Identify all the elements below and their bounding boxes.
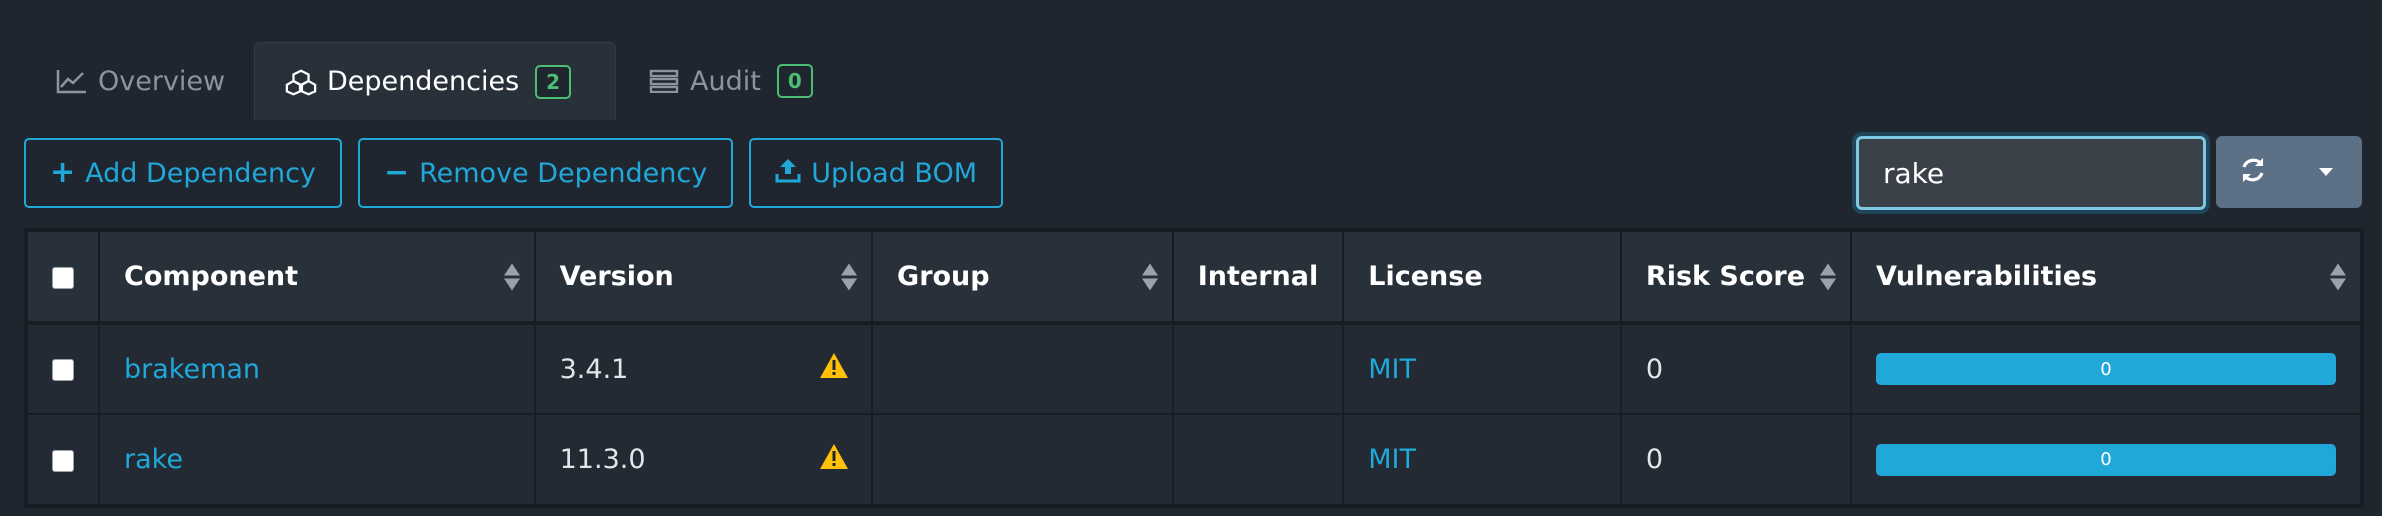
column-header-group[interactable]: Group (871, 230, 1174, 324)
column-label: Vulnerabilities (1876, 261, 2098, 292)
vulnerabilities-progress-bar: 0 (1876, 443, 2336, 476)
sort-icon (841, 263, 858, 290)
table-row: rake 11.3.0 MIT 0 0 (26, 413, 2362, 506)
column-label: License (1368, 261, 1483, 292)
remove-dependency-label: Remove Dependency (419, 157, 708, 189)
refresh-icon (2238, 155, 2268, 189)
version-cell: 11.3.0 (533, 413, 874, 506)
internal-cell (1171, 322, 1345, 415)
select-all-header (26, 230, 100, 324)
audit-count-badge: 0 (776, 64, 813, 98)
sort-icon (503, 263, 520, 290)
row-select-cell (26, 322, 100, 415)
warning-icon[interactable] (819, 443, 849, 477)
upload-icon (775, 157, 801, 190)
group-cell (871, 413, 1174, 506)
vulnerabilities-progress-bar: 0 (1876, 353, 2336, 385)
row-select-cell (26, 413, 100, 506)
column-header-license: License (1342, 230, 1622, 324)
caret-down-icon (2317, 163, 2335, 182)
search-group (1856, 136, 2362, 210)
page: Overview Dependencies 2 Audit 0 + Add De… (0, 0, 2382, 516)
refresh-split-button (2216, 136, 2362, 208)
tab-bar: Overview Dependencies 2 Audit 0 (24, 42, 845, 120)
table-header-row: Component Version Group Internal License… (26, 230, 2362, 324)
license-link[interactable]: MIT (1368, 354, 1416, 385)
vulnerabilities-count: 0 (2100, 449, 2112, 470)
license-cell: MIT (1342, 322, 1622, 415)
upload-bom-label: Upload BOM (811, 157, 977, 189)
component-link[interactable]: brakeman (124, 354, 260, 385)
add-dependency-button[interactable]: + Add Dependency (24, 138, 342, 208)
component-cell: rake (98, 413, 536, 506)
risk-score-cell: 0 (1619, 322, 1853, 415)
vulnerabilities-count: 0 (2100, 358, 2112, 380)
version-cell: 3.4.1 (533, 322, 874, 415)
add-dependency-label: Add Dependency (85, 157, 316, 189)
dependencies-table: Component Version Group Internal License… (24, 228, 2364, 508)
group-cell (871, 322, 1174, 415)
warning-icon[interactable] (819, 352, 849, 386)
plus-icon: + (50, 155, 76, 190)
column-header-component[interactable]: Component (98, 230, 536, 324)
version-text: 3.4.1 (559, 353, 629, 385)
column-label: Risk Score (1645, 261, 1806, 292)
component-cell: brakeman (98, 322, 536, 415)
tab-audit-label: Audit (690, 65, 761, 97)
remove-dependency-button[interactable]: − Remove Dependency (357, 138, 734, 208)
minus-icon: − (383, 155, 410, 190)
internal-cell (1171, 413, 1345, 506)
table-row: brakeman 3.4.1 MIT 0 0 (26, 322, 2362, 415)
refresh-button[interactable] (2216, 136, 2290, 208)
sort-icon (1820, 263, 1836, 290)
column-label: Internal (1197, 261, 1319, 292)
sort-icon (1141, 263, 1158, 290)
columns-dropdown-toggle[interactable] (2290, 136, 2362, 208)
column-label: Component (124, 261, 299, 292)
column-label: Version (559, 261, 674, 292)
version-text: 11.3.0 (559, 444, 646, 475)
tab-dependencies-label: Dependencies (327, 66, 520, 97)
dependencies-count-badge: 2 (535, 64, 572, 99)
tab-overview[interactable]: Overview (24, 42, 254, 120)
column-header-internal: Internal (1171, 230, 1345, 324)
column-label: Group (897, 261, 990, 292)
tab-dependencies[interactable]: Dependencies 2 (254, 42, 616, 120)
row-checkbox[interactable] (52, 359, 74, 381)
risk-score-cell: 0 (1619, 413, 1853, 506)
row-checkbox[interactable] (52, 449, 74, 472)
column-header-risk-score[interactable]: Risk Score (1619, 230, 1853, 324)
vulnerabilities-cell: 0 (1850, 322, 2362, 415)
line-chart-icon (56, 68, 88, 94)
license-link[interactable]: MIT (1368, 444, 1416, 475)
tab-overview-label: Overview (98, 65, 226, 97)
upload-bom-button[interactable]: Upload BOM (749, 138, 1003, 208)
select-all-checkbox[interactable] (52, 266, 74, 289)
tasks-icon (648, 69, 680, 93)
column-header-vulnerabilities[interactable]: Vulnerabilities (1850, 230, 2362, 324)
search-input[interactable] (1856, 136, 2206, 210)
dependency-toolbar: + Add Dependency − Remove Dependency Upl… (24, 138, 1003, 208)
vulnerabilities-cell: 0 (1850, 413, 2362, 506)
cubes-icon (285, 68, 317, 96)
license-cell: MIT (1342, 413, 1622, 506)
sort-icon (2330, 263, 2346, 290)
tab-audit[interactable]: Audit 0 (616, 42, 845, 120)
column-header-version[interactable]: Version (533, 230, 874, 324)
component-link[interactable]: rake (124, 444, 183, 475)
